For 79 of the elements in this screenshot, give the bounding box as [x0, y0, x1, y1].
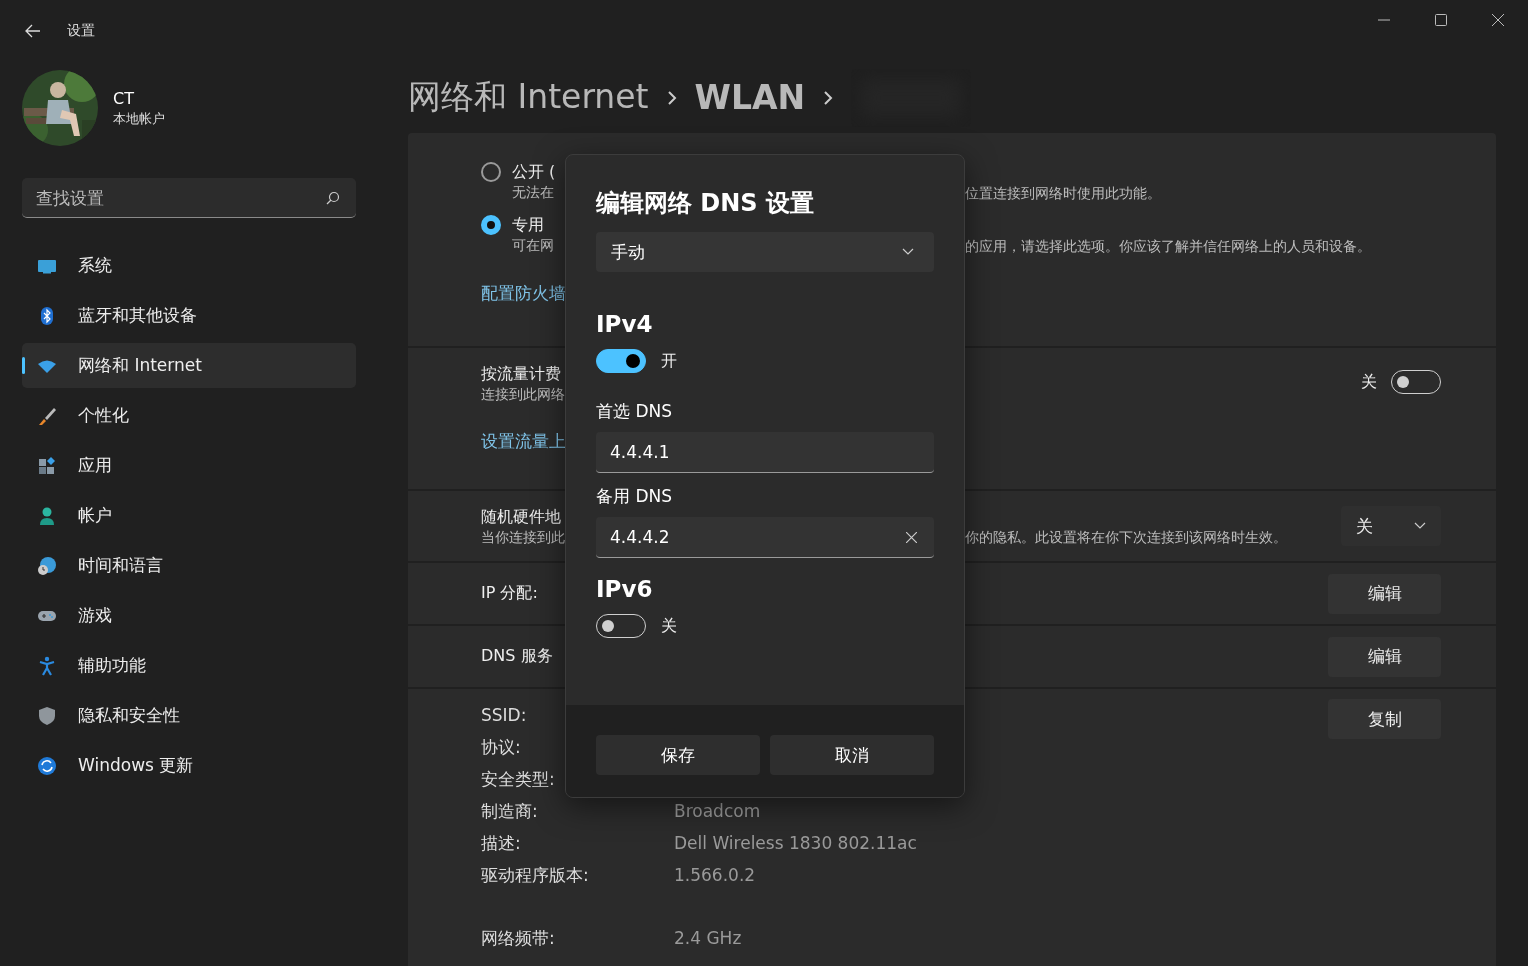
option-description: 可在网: [512, 237, 554, 255]
user-name: CT: [113, 88, 135, 108]
copy-button[interactable]: 复制: [1328, 699, 1441, 739]
maximize-icon[interactable]: [1435, 14, 1447, 26]
setting-title: 按流量计费: [481, 364, 561, 385]
nav-item[interactable]: 蓝牙和其他设备: [22, 293, 356, 338]
property-label: 网络频带:: [481, 926, 555, 950]
setting-description: 你的隐私。此设置将在你下次连接到该网络时生效。: [965, 528, 1287, 547]
save-button[interactable]: 保存: [596, 735, 760, 775]
nav-item[interactable]: 应用: [22, 443, 356, 488]
setting-description: 连接到此网络: [481, 386, 565, 404]
edit-button[interactable]: 编辑: [1328, 636, 1441, 677]
window-title: 设置: [67, 22, 95, 40]
cancel-button[interactable]: 取消: [770, 735, 934, 775]
nav-item[interactable]: 时间和语言: [22, 543, 356, 588]
nav-item[interactable]: Windows 更新: [22, 743, 356, 788]
chevron-right-icon: [823, 89, 834, 106]
setting-title: IP 分配:: [481, 583, 538, 604]
nav-item[interactable]: 帐户: [22, 493, 356, 538]
property-value: 2.4 GHz: [674, 928, 742, 948]
apps-icon: [37, 455, 57, 476]
nav-item[interactable]: 游戏: [22, 593, 356, 638]
search-icon: [326, 191, 340, 205]
toggle-state: 开: [661, 350, 677, 372]
section-heading: IPv6: [596, 576, 654, 602]
field-label: 首选 DNS: [596, 400, 673, 423]
account-type: 本地帐户: [113, 109, 165, 128]
toggle-switch[interactable]: [596, 349, 646, 373]
back-icon[interactable]: [25, 24, 41, 38]
firewall-link[interactable]: 配置防火墙: [481, 282, 566, 305]
brush-icon: [37, 405, 57, 426]
clear-icon[interactable]: [906, 532, 917, 543]
option-description: 的应用，请选择此选项。你应该了解并信任网络上的人员和设备。: [965, 237, 1371, 256]
search-field[interactable]: 查找设置: [22, 178, 356, 218]
edit-button[interactable]: 编辑: [1328, 573, 1441, 614]
section-heading: IPv4: [596, 311, 654, 337]
radio-button[interactable]: [481, 162, 501, 182]
chevron-down-icon: [1414, 522, 1426, 530]
breadcrumb-item[interactable]: 网络和 Internet: [408, 75, 649, 120]
property-label: 描述:: [481, 831, 521, 855]
option-label: 公开 (: [512, 162, 556, 183]
setting-title: DNS 服务: [481, 646, 553, 667]
dropdown[interactable]: 关: [1341, 506, 1441, 546]
setting-title: 随机硬件地: [481, 507, 561, 528]
person-icon: [37, 505, 57, 526]
accessibility-icon: [37, 655, 57, 676]
toggle-state: 关: [1361, 371, 1377, 393]
input-field[interactable]: 4.4.4.1: [596, 432, 934, 473]
input-field[interactable]: 4.4.4.2: [596, 517, 934, 558]
nav-item[interactable]: 系统: [22, 243, 356, 288]
nav-item[interactable]: 网络和 Internet: [22, 343, 356, 388]
option-description: 位置连接到网络时使用此功能。: [965, 184, 1161, 203]
option-description: 无法在: [512, 184, 554, 202]
property-label: 制造商:: [481, 799, 538, 823]
radio-button[interactable]: [481, 215, 501, 235]
dropdown[interactable]: 手动: [596, 232, 934, 272]
field-label: 备用 DNS: [596, 485, 673, 508]
setting-description: 当你连接到此: [481, 529, 565, 547]
chevron-right-icon: [666, 89, 677, 106]
close-icon[interactable]: [1492, 14, 1504, 26]
refresh-icon: [37, 755, 57, 776]
nav-item[interactable]: 辅助功能: [22, 643, 356, 688]
globe-clock-icon: [37, 555, 57, 576]
nav-item[interactable]: 隐私和安全性: [22, 693, 356, 738]
dialog-title: 编辑网络 DNS 设置: [596, 188, 815, 219]
option-label: 专用: [512, 215, 544, 236]
breadcrumb-item: WLAN: [694, 78, 806, 117]
data-limit-link[interactable]: 设置流量上: [481, 430, 566, 453]
shield-icon: [37, 705, 57, 726]
chevron-down-icon: [902, 248, 914, 256]
property-label: 协议:: [481, 735, 521, 759]
property-label: SSID:: [481, 705, 527, 725]
property-label: 安全类型:: [481, 767, 555, 791]
property-value: 1.566.0.2: [674, 865, 756, 885]
property-value: Dell Wireless 1830 802.11ac: [674, 833, 917, 853]
property-value: Broadcom: [674, 801, 761, 821]
nav-item[interactable]: 个性化: [22, 393, 356, 438]
property-label: 驱动程序版本:: [481, 863, 589, 887]
toggle-state: 关: [661, 615, 677, 637]
